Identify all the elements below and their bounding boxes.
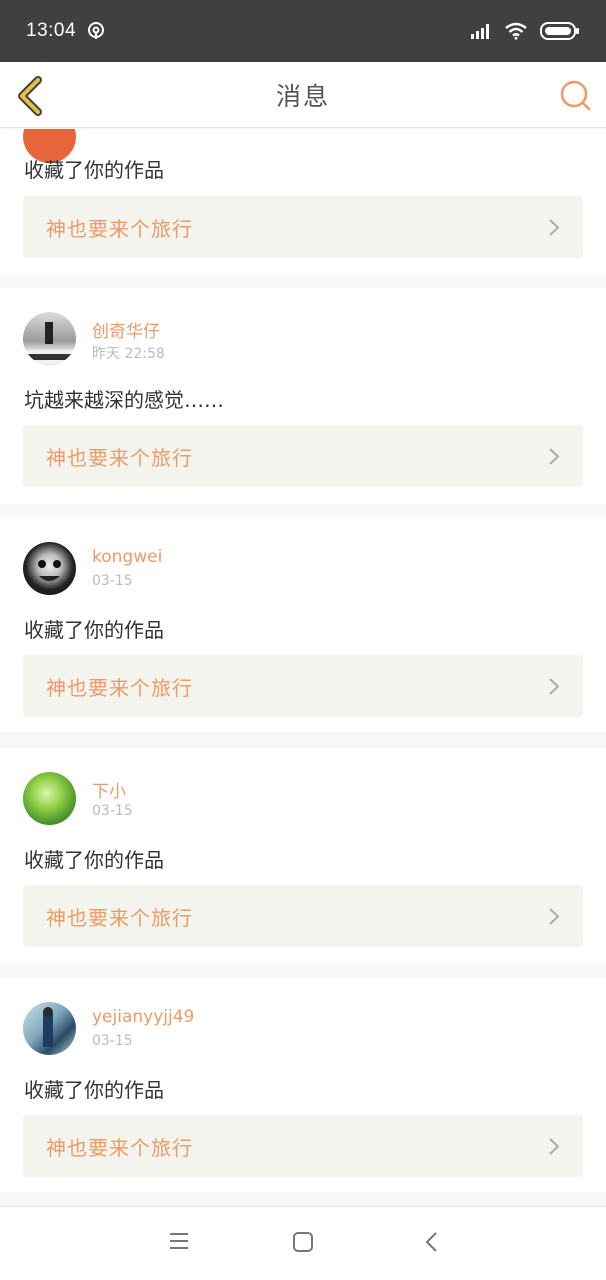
system-back-icon[interactable] (424, 1231, 438, 1253)
work-link[interactable]: 神也要来个旅行 (23, 1115, 583, 1177)
work-link[interactable]: 神也要来个旅行 (23, 196, 583, 258)
message-card: 创奇华仔 昨天 22:58 坑越来越深的感觉…… 神也要来个旅行 (0, 288, 606, 504)
message-card: 收藏了你的作品 神也要来个旅行 (0, 129, 606, 274)
username[interactable]: 下小 (92, 777, 126, 802)
timestamp: 03-15 (92, 573, 133, 589)
chevron-right-icon (549, 448, 559, 465)
avatar[interactable] (23, 1002, 76, 1055)
chevron-right-icon (549, 678, 559, 695)
page-title: 消息 (275, 81, 330, 111)
home-icon[interactable] (292, 1231, 314, 1253)
chevron-right-icon (549, 1138, 559, 1155)
work-title: 神也要来个旅行 (46, 1135, 193, 1160)
avatar[interactable] (23, 772, 76, 825)
avatar-image-icon (23, 322, 76, 365)
username[interactable]: 创奇华仔 (92, 317, 160, 342)
work-title: 神也要来个旅行 (46, 675, 193, 700)
work-link[interactable]: 神也要来个旅行 (23, 885, 583, 947)
message-text: 坑越来越深的感觉…… (24, 388, 224, 412)
work-link[interactable]: 神也要来个旅行 (23, 425, 583, 487)
avatar[interactable] (23, 312, 76, 365)
timestamp: 昨天 22:58 (92, 346, 165, 362)
avatar[interactable] (23, 542, 76, 595)
message-card: 下小 03-15 收藏了你的作品 神也要来个旅行 (0, 748, 606, 962)
username[interactable]: kongwei (92, 547, 162, 567)
wifi-icon (505, 22, 527, 40)
status-time: 13:04 (26, 20, 77, 41)
username[interactable]: yejianyyjj49 (92, 1007, 194, 1027)
chevron-right-icon (549, 219, 559, 236)
work-title: 神也要来个旅行 (46, 445, 193, 470)
work-title: 神也要来个旅行 (46, 216, 193, 241)
message-card: yejianyyjj49 03-15 收藏了你的作品 神也要来个旅行 (0, 978, 606, 1192)
search-icon[interactable] (558, 78, 592, 112)
chevron-right-icon (549, 908, 559, 925)
message-card: kongwei 03-15 收藏了你的作品 神也要来个旅行 (0, 518, 606, 732)
avatar-image-icon (43, 1007, 53, 1047)
status-bar: 13:04 (0, 0, 606, 62)
header-bar: 消息 (0, 62, 606, 128)
message-feed[interactable]: 收藏了你的作品 神也要来个旅行 创奇华仔 昨天 22:58 坑越来越深的感觉……… (0, 129, 606, 1206)
message-text: 收藏了你的作品 (24, 1078, 164, 1102)
battery-icon (540, 22, 579, 40)
message-text: 收藏了你的作品 (24, 158, 164, 182)
back-icon[interactable] (14, 76, 46, 116)
system-nav-bar (0, 1206, 606, 1280)
timestamp: 03-15 (92, 803, 133, 819)
menu-icon[interactable] (168, 1231, 190, 1251)
work-title: 神也要来个旅行 (46, 905, 193, 930)
signal-icon (471, 24, 489, 39)
timestamp: 03-15 (92, 1033, 133, 1049)
message-text: 收藏了你的作品 (24, 848, 164, 872)
hotspot-icon (88, 22, 105, 39)
work-link[interactable]: 神也要来个旅行 (23, 655, 583, 717)
status-indicators (470, 21, 580, 41)
avatar-image-icon (38, 560, 61, 581)
message-text: 收藏了你的作品 (24, 618, 164, 642)
